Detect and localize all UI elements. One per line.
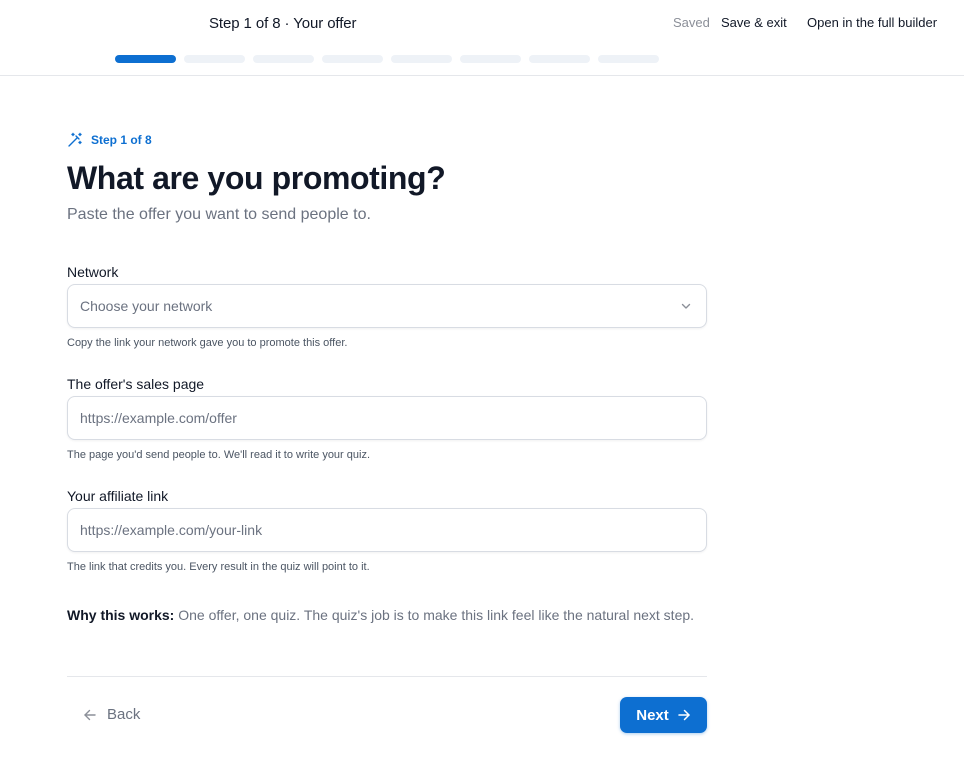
network-help-text: Copy the link your network gave you to p… (67, 337, 348, 349)
progress-segment (115, 55, 176, 63)
sales-page-help-text: The page you'd send people to. We'll rea… (67, 449, 371, 461)
affiliate-link-field (67, 508, 707, 552)
page-title: What are you promoting? (67, 160, 446, 196)
why-lead: Why this works: (67, 607, 175, 623)
affiliate-link-input[interactable] (68, 509, 706, 551)
step-eyebrow: Step 1 of 8 (67, 132, 152, 148)
progress-segment (253, 55, 314, 63)
eyebrow-text: Step 1 of 8 (91, 133, 152, 147)
page-subtitle: Paste the offer you want to send people … (67, 206, 371, 223)
sales-page-label: The offer's sales page (67, 376, 205, 392)
progress-segment (322, 55, 383, 63)
progress-segment (391, 55, 452, 63)
progress-bar (115, 55, 659, 63)
arrow-left-icon (83, 708, 97, 722)
sales-page-input[interactable] (68, 397, 706, 439)
top-bar: Step 1 of 8 · Your offer Saved Save & ex… (0, 0, 964, 76)
save-exit-button[interactable]: Save & exit (721, 15, 787, 30)
affiliate-link-help-text: The link that credits you. Every result … (67, 561, 370, 573)
back-button[interactable]: Back (83, 706, 140, 723)
magic-wand-icon (67, 132, 83, 148)
back-label: Back (107, 706, 141, 723)
progress-segment (460, 55, 521, 63)
saved-status: Saved (673, 15, 710, 30)
affiliate-link-label: Your affiliate link (67, 488, 169, 504)
why-this-works-note: Why this works: One offer, one quiz. The… (67, 605, 697, 626)
sales-page-field (67, 396, 707, 440)
network-select-value: Choose your network (80, 298, 213, 314)
footer-divider (67, 676, 707, 677)
network-select[interactable]: Choose your network (67, 284, 707, 328)
arrow-right-icon (677, 708, 691, 722)
progress-segment (529, 55, 590, 63)
why-text: One offer, one quiz. The quiz's job is t… (174, 607, 695, 623)
open-full-builder-link[interactable]: Open in the full builder (807, 15, 937, 30)
next-label: Next (636, 706, 669, 724)
progress-segment (598, 55, 659, 63)
network-label: Network (67, 264, 119, 280)
progress-segment (184, 55, 245, 63)
next-button[interactable]: Next (620, 697, 707, 733)
step-title: Step 1 of 8 · Your offer (209, 15, 357, 32)
